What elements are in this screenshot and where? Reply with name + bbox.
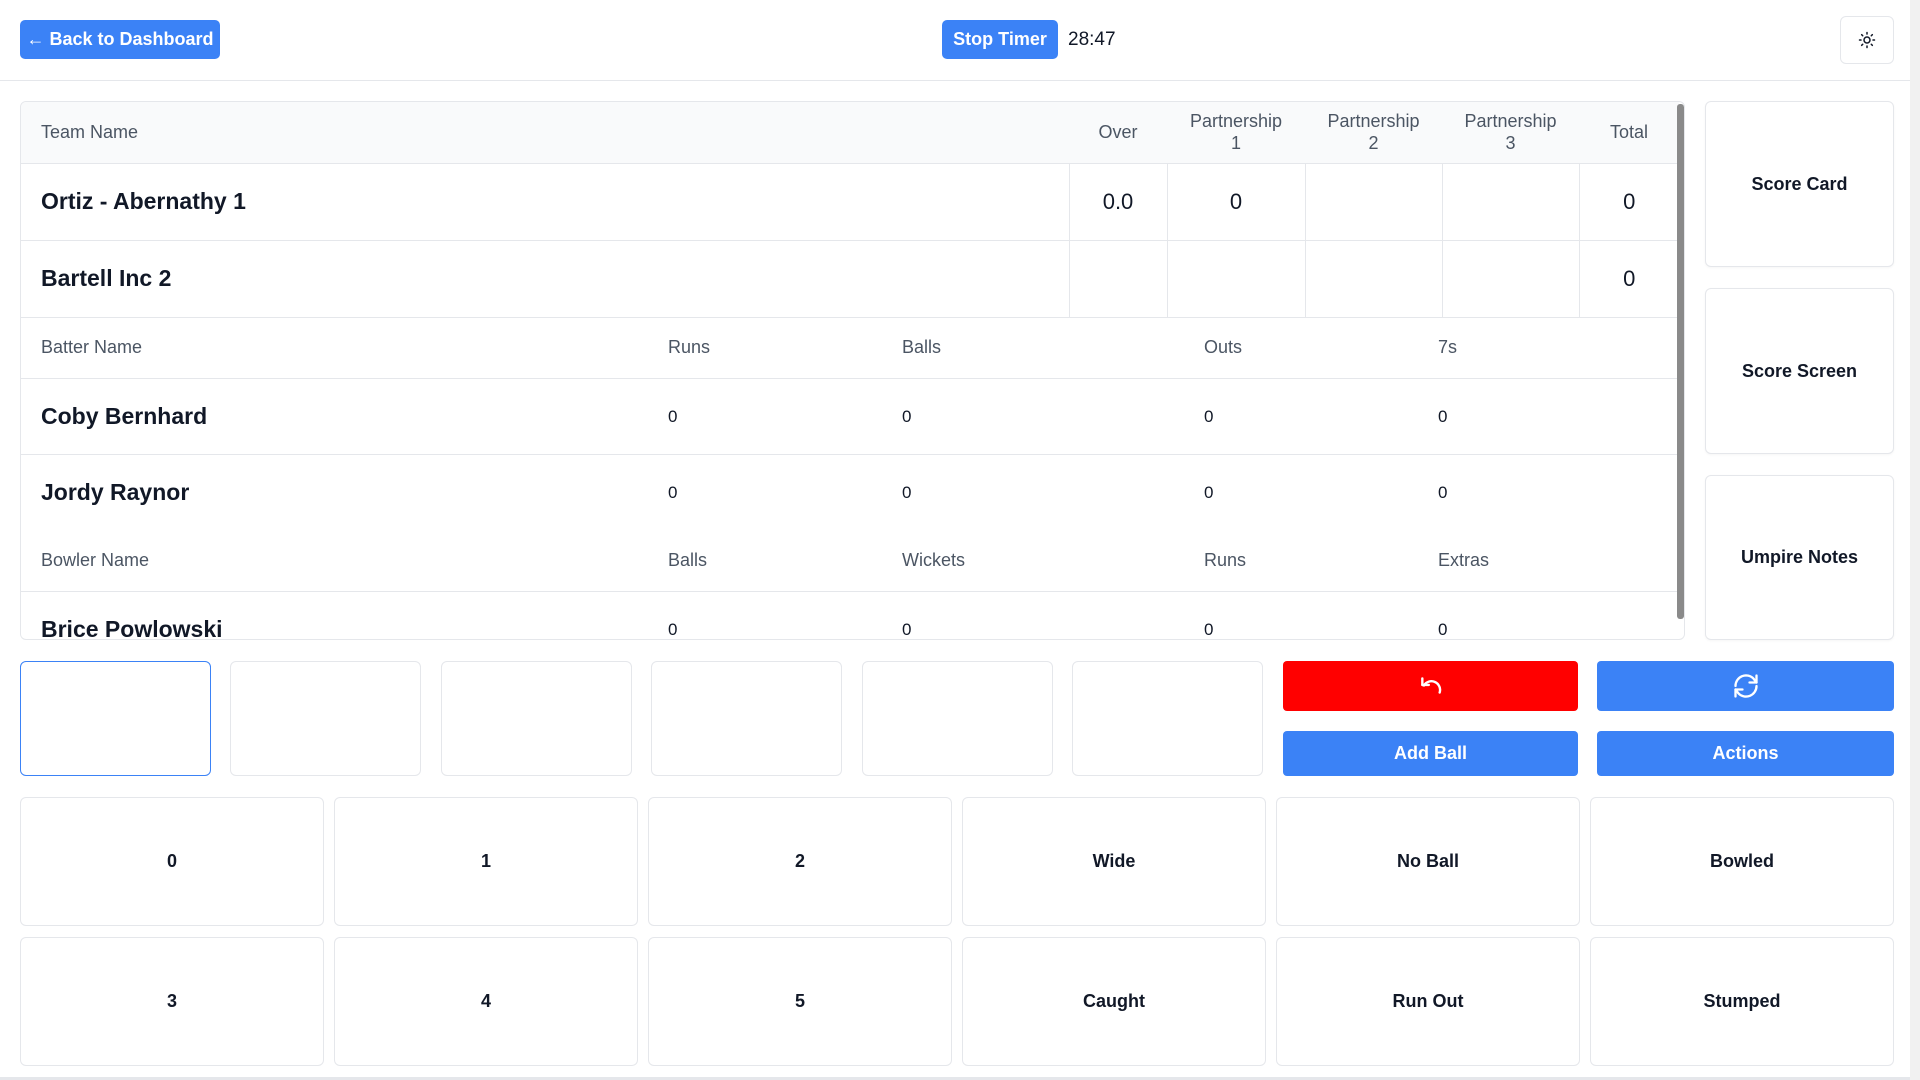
ball-slot-3[interactable] — [441, 661, 632, 776]
key-5[interactable]: 5 — [648, 937, 952, 1066]
table-row: Brice Powlowski 0 0 0 0 — [21, 592, 1679, 639]
team-name: Bartell Inc 2 — [21, 240, 1069, 318]
ball-slot-5[interactable] — [862, 661, 1053, 776]
team-partnership-3 — [1441, 163, 1579, 241]
partnership-1-header: Partnership 1 — [1167, 102, 1305, 164]
umpire-notes-button[interactable]: Umpire Notes — [1705, 475, 1894, 640]
score-panel-scrollbar[interactable] — [1677, 104, 1684, 619]
key-2[interactable]: 2 — [648, 797, 952, 926]
bowler-name: Brice Powlowski — [41, 616, 223, 639]
bowlers-table-header: Bowler Name Balls Wickets Runs Extras — [21, 530, 1679, 592]
batter-outs: 0 — [1204, 378, 1438, 455]
key-stumped[interactable]: Stumped — [1590, 937, 1894, 1066]
batter-outs-header: Outs — [1204, 317, 1438, 379]
batter-runs: 0 — [668, 482, 678, 502]
batter-sevens-header: 7s — [1438, 317, 1679, 379]
bowler-extras: 0 — [1438, 619, 1448, 639]
undo-icon — [1420, 677, 1441, 694]
batters-table-header: Batter Name Runs Balls Outs 7s — [21, 317, 1679, 379]
score-screen-button[interactable]: Score Screen — [1705, 288, 1894, 454]
refresh-button[interactable] — [1597, 661, 1894, 711]
partnership-3-header: Partnership 3 — [1442, 102, 1579, 164]
team-total: 0 — [1578, 163, 1679, 241]
add-ball-button[interactable]: Add Ball — [1283, 731, 1578, 776]
table-row: Jordy Raynor 0 0 0 0 — [21, 455, 1679, 531]
batter-balls-header: Balls — [902, 317, 1204, 379]
key-run-out[interactable]: Run Out — [1276, 937, 1580, 1066]
key-wide[interactable]: Wide — [962, 797, 1266, 926]
bowler-wickets: 0 — [902, 619, 912, 639]
batter-name-header: Batter Name — [21, 317, 668, 379]
team-partnership-2 — [1304, 240, 1442, 318]
batter-name: Coby Bernhard — [21, 378, 668, 455]
batter-runs: 0 — [668, 378, 902, 455]
batter-outs: 0 — [1204, 482, 1214, 502]
over-header: Over — [1069, 102, 1167, 164]
batter-runs-header: Runs — [668, 317, 902, 379]
total-header: Total — [1579, 102, 1679, 164]
page-scrollbar[interactable] — [1910, 0, 1920, 1080]
key-3[interactable]: 3 — [20, 937, 324, 1066]
undo-button[interactable] — [1283, 661, 1578, 711]
key-1[interactable]: 1 — [334, 797, 638, 926]
batter-sevens: 0 — [1438, 482, 1448, 502]
team-name-header: Team Name — [21, 102, 1069, 164]
teams-table-header: Team Name Over Partnership 1 Partnership 2… — [21, 102, 1679, 164]
key-0[interactable]: 0 — [20, 797, 324, 926]
table-row: Ortiz - Abernathy 1 0.0 0 0 — [21, 163, 1679, 241]
batter-balls: 0 — [902, 378, 1204, 455]
theme-toggle-button[interactable] — [1840, 16, 1894, 64]
table-row: Bartell Inc 2 0 — [21, 240, 1679, 318]
top-bar: ← Back to Dashboard Stop Timer 28:47 — [0, 0, 1910, 81]
back-to-dashboard-button[interactable]: ← Back to Dashboard — [20, 20, 220, 59]
team-partnership-1 — [1166, 240, 1305, 318]
score-card-button[interactable]: Score Card — [1705, 101, 1894, 267]
bowler-runs-header: Runs — [1204, 530, 1438, 592]
partnership-2-header: Partnership 2 — [1305, 102, 1442, 164]
team-partnership-1: 0 — [1166, 163, 1305, 241]
refresh-icon — [1733, 674, 1758, 698]
bowler-runs: 0 — [1204, 619, 1214, 639]
teams-table: Team Name Over Partnership 1 Partnership 2… — [21, 102, 1679, 318]
team-over: 0.0 — [1068, 163, 1167, 241]
ball-slot-1[interactable] — [20, 661, 211, 776]
score-panel: Team Name Over Partnership 1 Partnership 2… — [20, 101, 1685, 640]
bowler-balls-header: Balls — [668, 530, 902, 592]
actions-button[interactable]: Actions — [1597, 731, 1894, 776]
bowler-balls: 0 — [668, 619, 678, 639]
batter-name: Jordy Raynor — [41, 479, 190, 506]
team-total: 0 — [1578, 240, 1679, 318]
key-no-ball[interactable]: No Ball — [1276, 797, 1580, 926]
bowler-name-header: Bowler Name — [21, 530, 668, 592]
key-caught[interactable]: Caught — [962, 937, 1266, 1066]
team-partnership-3 — [1441, 240, 1579, 318]
batter-balls: 0 — [902, 482, 912, 502]
key-bowled[interactable]: Bowled — [1590, 797, 1894, 926]
table-row: Coby Bernhard 0 0 0 0 — [21, 378, 1679, 455]
ball-slot-4[interactable] — [651, 661, 842, 776]
batter-sevens: 0 — [1438, 378, 1679, 455]
team-name: Ortiz - Abernathy 1 — [21, 163, 1069, 241]
key-4[interactable]: 4 — [334, 937, 638, 1066]
sun-icon — [1858, 31, 1876, 49]
bowler-extras-header: Extras — [1438, 530, 1679, 592]
score-panel-content: Team Name Over Partnership 1 Partnership 2… — [21, 102, 1679, 639]
ball-slot-6[interactable] — [1072, 661, 1263, 776]
team-partnership-2 — [1304, 163, 1442, 241]
timer-display: 28:47 — [1068, 29, 1116, 50]
bowler-wickets-header: Wickets — [902, 530, 1204, 592]
ball-slot-2[interactable] — [230, 661, 421, 776]
stop-timer-button[interactable]: Stop Timer — [942, 20, 1058, 59]
team-over — [1068, 240, 1167, 318]
players-table: Batter Name Runs Balls Outs 7s Coby Bern… — [21, 317, 1679, 639]
